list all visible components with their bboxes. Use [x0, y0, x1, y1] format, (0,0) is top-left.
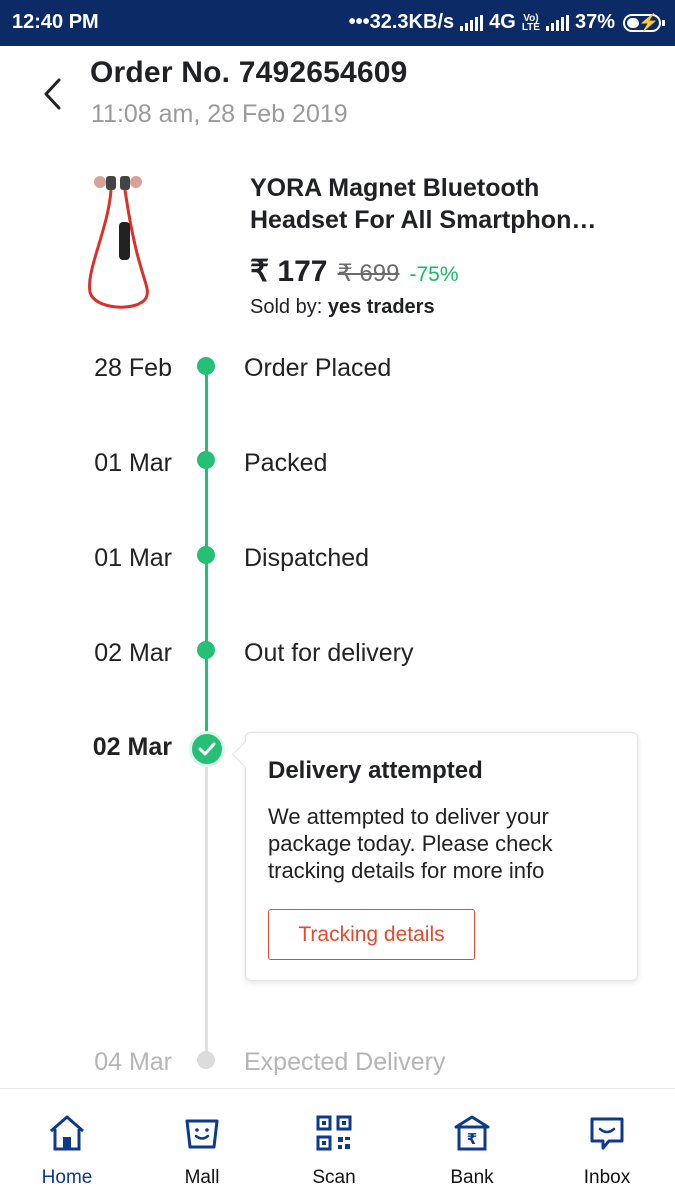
bank-icon: ₹ [454, 1115, 490, 1151]
battery-icon: ⚡ [623, 13, 665, 32]
nav-label: Inbox [583, 1167, 631, 1188]
timeline-label: Out for delivery [244, 639, 414, 667]
timeline-date: 04 Mar [94, 1048, 172, 1076]
signal-icon [460, 14, 484, 31]
tracking-details-button[interactable]: Tracking details [268, 909, 475, 960]
timeline-label: Dispatched [244, 544, 370, 572]
product-image[interactable] [78, 170, 158, 320]
status-time: 12:40 PM [12, 11, 99, 33]
nav-home[interactable]: Home [7, 1089, 127, 1201]
card-message: We attempted to deliver your package tod… [268, 804, 553, 883]
chevron-left-icon [44, 78, 61, 110]
nav-label: Home [41, 1167, 93, 1188]
inbox-chat-icon [590, 1117, 624, 1150]
signal-icon-2 [545, 14, 569, 31]
timeline-date-current: 02 Mar [92, 733, 172, 761]
network-type: 4G [489, 11, 516, 33]
sold-by-label: Sold by: [250, 296, 323, 318]
timeline-label: Order Placed [244, 354, 392, 382]
product-name[interactable]: YORA Magnet Bluetooth Headset For All Sm… [250, 172, 640, 236]
home-icon [50, 1115, 84, 1151]
qr-scan-icon [316, 1115, 352, 1151]
timeline-dot [197, 641, 215, 659]
status-bar: 12:40 PM •••32.3KB/s 4G Vo) LTE 37% ⚡ [0, 0, 675, 46]
timeline-date: 02 Mar [94, 639, 172, 667]
sold-by: Sold by: yes traders [250, 296, 435, 319]
network-speed: •••32.3KB/s [348, 11, 455, 33]
timeline-dot [197, 451, 215, 469]
nav-mall[interactable]: Mall [142, 1089, 262, 1201]
nav-inbox[interactable]: Inbox [547, 1089, 667, 1201]
nav-label: Mall [184, 1167, 220, 1188]
price-row: ₹ 177 ₹ 699 -75% [250, 254, 459, 289]
product-discount: -75% [409, 263, 459, 286]
timeline-date: 01 Mar [94, 449, 172, 477]
svg-text:₹: ₹ [467, 1130, 477, 1148]
product-price: ₹ 177 [250, 255, 328, 288]
timeline-dot [197, 357, 215, 375]
nav-label: Scan [312, 1167, 356, 1188]
timeline-line-pending [205, 767, 208, 1057]
delivery-attempt-card: Delivery attempted We attempted to deliv… [232, 732, 638, 981]
order-date: 11:08 am, 28 Feb 2019 [91, 100, 348, 128]
order-title: Order No. 7492654609 [90, 56, 408, 89]
mall-bag-icon [185, 1119, 219, 1149]
timeline-label: Expected Delivery [244, 1048, 446, 1076]
timeline-dot-pending [197, 1051, 215, 1069]
product-mrp: ₹ 699 [337, 260, 400, 287]
seller-name: yes traders [327, 296, 435, 318]
check-circle-icon [189, 731, 225, 767]
status-indicators: •••32.3KB/s 4G Vo) LTE 37% ⚡ [348, 11, 665, 34]
timeline-date: 28 Feb [94, 354, 172, 382]
timeline-label: Packed [244, 449, 328, 477]
card-pointer [232, 741, 259, 768]
timeline-date: 01 Mar [94, 544, 172, 572]
nav-bank[interactable]: ₹ Bank [412, 1089, 532, 1201]
nav-scan[interactable]: Scan [274, 1089, 394, 1201]
volte-icon: Vo) LTE [521, 12, 540, 33]
timeline-dot [197, 546, 215, 564]
card-title: Delivery attempted [268, 757, 483, 784]
battery-percent: 37% [574, 11, 615, 33]
nav-label: Bank [450, 1167, 494, 1188]
back-button[interactable] [38, 76, 68, 112]
bottom-nav: Home Mall Scan ₹ Bank Inbox [0, 1088, 675, 1201]
